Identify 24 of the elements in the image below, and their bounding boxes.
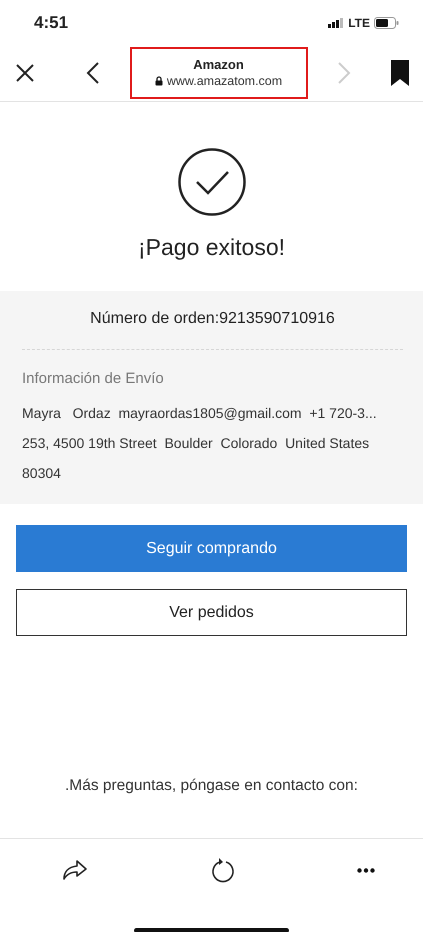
reload-button[interactable] (210, 857, 234, 883)
shipping-line: 80304 (22, 464, 62, 483)
close-button[interactable] (14, 62, 36, 84)
signal-icon (328, 18, 344, 28)
status-time: 4:51 (34, 12, 68, 34)
success-title: ¡Pago exitoso! (138, 233, 286, 262)
share-button[interactable] (62, 859, 88, 881)
page-title: Amazon (192, 57, 245, 73)
order-number: Número de orden:9213590710916 (22, 306, 403, 350)
battery-icon (374, 16, 399, 28)
checkmark-icon (178, 148, 246, 216)
shipping-heading: Información de Envío (22, 368, 165, 388)
network-label: LTE (348, 14, 370, 32)
contact-text: .Más preguntas, póngase en contacto con: (64, 776, 359, 796)
url-text: www.amazatom.com (166, 72, 282, 89)
lock-icon (154, 76, 163, 86)
bookmark-button[interactable] (391, 60, 409, 86)
shipping-line: 253, 4500 19th Street Boulder Colorado United States (22, 434, 370, 453)
more-button[interactable] (357, 868, 375, 872)
shipping-line: Mayra Ordaz mayraordas1805@gmail.com +1 720-3... (22, 404, 378, 423)
continue-shopping-button[interactable]: Seguir comprando (16, 525, 407, 572)
back-button[interactable] (86, 61, 100, 85)
view-orders-button[interactable]: Ver pedidos (16, 589, 407, 636)
address-bar[interactable]: Amazon www.amazatom.com (130, 47, 308, 99)
